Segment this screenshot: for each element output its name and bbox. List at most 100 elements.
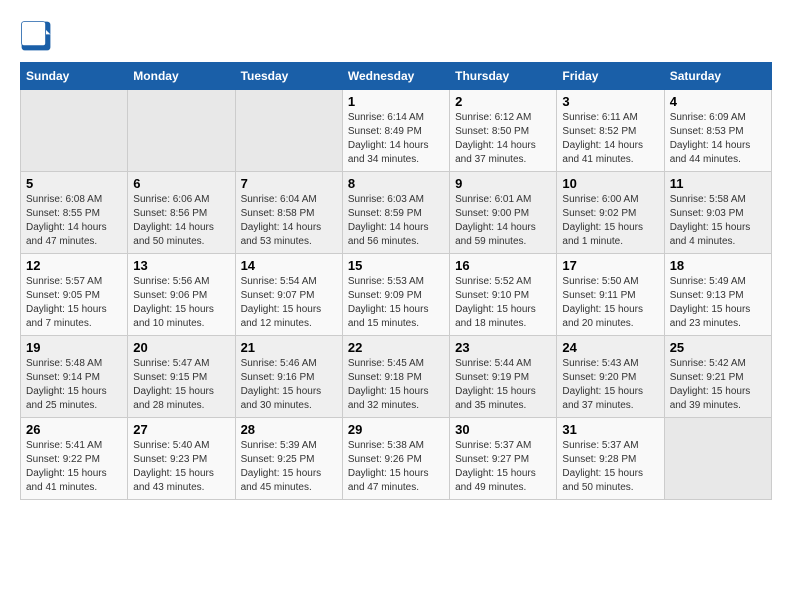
calendar-week-1: 1Sunrise: 6:14 AM Sunset: 8:49 PM Daylig… bbox=[21, 90, 772, 172]
calendar-cell: 13 Sunrise: 5:56 AM Sunset: 9:06 PM Dayli… bbox=[128, 254, 235, 336]
calendar-week-2: 5 Sunrise: 6:08 AM Sunset: 8:55 PM Daylig… bbox=[21, 172, 772, 254]
day-info: Sunrise: 5:49 AM Sunset: 9:13 PM Dayligh… bbox=[670, 275, 766, 331]
day-number: 25 bbox=[670, 340, 766, 355]
day-number: 28 bbox=[241, 422, 337, 437]
day-info: Sunrise: 5:57 AM Sunset: 9:05 PM Dayligh… bbox=[26, 275, 122, 331]
day-number: 21 bbox=[241, 340, 337, 355]
header-row: Sunday Monday Tuesday Wednesday Thursday… bbox=[21, 63, 772, 90]
day-number: 15 bbox=[348, 258, 444, 273]
calendar-cell: 1Sunrise: 6:14 AM Sunset: 8:49 PM Daylig… bbox=[342, 90, 449, 172]
calendar-cell: 17 Sunrise: 5:50 AM Sunset: 9:11 PM Dayli… bbox=[557, 254, 664, 336]
day-info: Sunrise: 6:01 AM Sunset: 9:00 PM Dayligh… bbox=[455, 193, 551, 249]
day-info: Sunrise: 6:03 AM Sunset: 8:59 PM Dayligh… bbox=[348, 193, 444, 249]
day-number: 7 bbox=[241, 176, 337, 191]
day-number: 17 bbox=[562, 258, 658, 273]
calendar-cell: 23 Sunrise: 5:44 AM Sunset: 9:19 PM Dayli… bbox=[450, 336, 557, 418]
day-number: 24 bbox=[562, 340, 658, 355]
day-info: Sunrise: 5:44 AM Sunset: 9:19 PM Dayligh… bbox=[455, 357, 551, 413]
day-number: 27 bbox=[133, 422, 229, 437]
header-sunday: Sunday bbox=[21, 63, 128, 90]
calendar-cell bbox=[664, 418, 771, 500]
day-number: 22 bbox=[348, 340, 444, 355]
day-number: 4 bbox=[670, 94, 766, 109]
calendar-cell: 4Sunrise: 6:09 AM Sunset: 8:53 PM Daylig… bbox=[664, 90, 771, 172]
calendar-cell: 18 Sunrise: 5:49 AM Sunset: 9:13 PM Dayli… bbox=[664, 254, 771, 336]
day-info: Sunrise: 5:54 AM Sunset: 9:07 PM Dayligh… bbox=[241, 275, 337, 331]
day-number: 6 bbox=[133, 176, 229, 191]
day-info: Sunrise: 5:52 AM Sunset: 9:10 PM Dayligh… bbox=[455, 275, 551, 331]
day-number: 13 bbox=[133, 258, 229, 273]
calendar-cell: 30 Sunrise: 5:37 AM Sunset: 9:27 PM Dayli… bbox=[450, 418, 557, 500]
calendar-cell: 8 Sunrise: 6:03 AM Sunset: 8:59 PM Daylig… bbox=[342, 172, 449, 254]
calendar-week-3: 12 Sunrise: 5:57 AM Sunset: 9:05 PM Dayli… bbox=[21, 254, 772, 336]
day-info: Sunrise: 5:38 AM Sunset: 9:26 PM Dayligh… bbox=[348, 439, 444, 495]
day-number: 30 bbox=[455, 422, 551, 437]
calendar-cell: 5 Sunrise: 6:08 AM Sunset: 8:55 PM Daylig… bbox=[21, 172, 128, 254]
header-thursday: Thursday bbox=[450, 63, 557, 90]
day-info: Sunrise: 6:06 AM Sunset: 8:56 PM Dayligh… bbox=[133, 193, 229, 249]
day-info: Sunrise: 5:47 AM Sunset: 9:15 PM Dayligh… bbox=[133, 357, 229, 413]
day-number: 19 bbox=[26, 340, 122, 355]
header-tuesday: Tuesday bbox=[235, 63, 342, 90]
calendar-week-4: 19Sunrise: 5:48 AM Sunset: 9:14 PM Dayli… bbox=[21, 336, 772, 418]
calendar-week-5: 26 Sunrise: 5:41 AM Sunset: 9:22 PM Dayli… bbox=[21, 418, 772, 500]
day-info: Sunrise: 6:12 AM Sunset: 8:50 PM Dayligh… bbox=[455, 111, 551, 167]
calendar-cell: 31Sunrise: 5:37 AM Sunset: 9:28 PM Dayli… bbox=[557, 418, 664, 500]
calendar-cell: 9 Sunrise: 6:01 AM Sunset: 9:00 PM Daylig… bbox=[450, 172, 557, 254]
day-info: Sunrise: 5:39 AM Sunset: 9:25 PM Dayligh… bbox=[241, 439, 337, 495]
calendar-cell: 19Sunrise: 5:48 AM Sunset: 9:14 PM Dayli… bbox=[21, 336, 128, 418]
calendar-cell: 16 Sunrise: 5:52 AM Sunset: 9:10 PM Dayli… bbox=[450, 254, 557, 336]
day-info: Sunrise: 5:41 AM Sunset: 9:22 PM Dayligh… bbox=[26, 439, 122, 495]
day-info: Sunrise: 6:14 AM Sunset: 8:49 PM Dayligh… bbox=[348, 111, 444, 167]
day-number: 2 bbox=[455, 94, 551, 109]
day-number: 12 bbox=[26, 258, 122, 273]
day-info: Sunrise: 5:42 AM Sunset: 9:21 PM Dayligh… bbox=[670, 357, 766, 413]
day-info: Sunrise: 5:37 AM Sunset: 9:27 PM Dayligh… bbox=[455, 439, 551, 495]
day-number: 5 bbox=[26, 176, 122, 191]
day-info: Sunrise: 6:11 AM Sunset: 8:52 PM Dayligh… bbox=[562, 111, 658, 167]
day-info: Sunrise: 6:04 AM Sunset: 8:58 PM Dayligh… bbox=[241, 193, 337, 249]
calendar-cell: 27 Sunrise: 5:40 AM Sunset: 9:23 PM Dayli… bbox=[128, 418, 235, 500]
day-info: Sunrise: 5:45 AM Sunset: 9:18 PM Dayligh… bbox=[348, 357, 444, 413]
day-info: Sunrise: 6:00 AM Sunset: 9:02 PM Dayligh… bbox=[562, 193, 658, 249]
day-info: Sunrise: 5:50 AM Sunset: 9:11 PM Dayligh… bbox=[562, 275, 658, 331]
calendar-cell: 3 Sunrise: 6:11 AM Sunset: 8:52 PM Daylig… bbox=[557, 90, 664, 172]
day-number: 9 bbox=[455, 176, 551, 191]
day-number: 3 bbox=[562, 94, 658, 109]
logo-icon bbox=[20, 20, 52, 52]
day-number: 16 bbox=[455, 258, 551, 273]
day-number: 8 bbox=[348, 176, 444, 191]
calendar-cell bbox=[21, 90, 128, 172]
day-info: Sunrise: 5:37 AM Sunset: 9:28 PM Dayligh… bbox=[562, 439, 658, 495]
page-header bbox=[20, 20, 772, 52]
calendar-cell: 24 Sunrise: 5:43 AM Sunset: 9:20 PM Dayli… bbox=[557, 336, 664, 418]
day-info: Sunrise: 5:46 AM Sunset: 9:16 PM Dayligh… bbox=[241, 357, 337, 413]
day-info: Sunrise: 5:53 AM Sunset: 9:09 PM Dayligh… bbox=[348, 275, 444, 331]
header-friday: Friday bbox=[557, 63, 664, 90]
calendar-cell: 26 Sunrise: 5:41 AM Sunset: 9:22 PM Dayli… bbox=[21, 418, 128, 500]
day-info: Sunrise: 6:08 AM Sunset: 8:55 PM Dayligh… bbox=[26, 193, 122, 249]
calendar-cell: 20 Sunrise: 5:47 AM Sunset: 9:15 PM Dayli… bbox=[128, 336, 235, 418]
day-info: Sunrise: 5:43 AM Sunset: 9:20 PM Dayligh… bbox=[562, 357, 658, 413]
calendar-cell: 25 Sunrise: 5:42 AM Sunset: 9:21 PM Dayli… bbox=[664, 336, 771, 418]
day-number: 23 bbox=[455, 340, 551, 355]
calendar-cell: 10 Sunrise: 6:00 AM Sunset: 9:02 PM Dayli… bbox=[557, 172, 664, 254]
day-number: 20 bbox=[133, 340, 229, 355]
day-number: 26 bbox=[26, 422, 122, 437]
calendar-body: 1Sunrise: 6:14 AM Sunset: 8:49 PM Daylig… bbox=[21, 90, 772, 500]
day-number: 10 bbox=[562, 176, 658, 191]
header-monday: Monday bbox=[128, 63, 235, 90]
calendar-cell: 29Sunrise: 5:38 AM Sunset: 9:26 PM Dayli… bbox=[342, 418, 449, 500]
day-info: Sunrise: 5:40 AM Sunset: 9:23 PM Dayligh… bbox=[133, 439, 229, 495]
calendar-cell: 7 Sunrise: 6:04 AM Sunset: 8:58 PM Daylig… bbox=[235, 172, 342, 254]
calendar-cell: 6 Sunrise: 6:06 AM Sunset: 8:56 PM Daylig… bbox=[128, 172, 235, 254]
day-number: 18 bbox=[670, 258, 766, 273]
calendar-cell: 11Sunrise: 5:58 AM Sunset: 9:03 PM Dayli… bbox=[664, 172, 771, 254]
calendar-cell: 14 Sunrise: 5:54 AM Sunset: 9:07 PM Dayli… bbox=[235, 254, 342, 336]
day-number: 14 bbox=[241, 258, 337, 273]
logo bbox=[20, 20, 56, 52]
day-info: Sunrise: 5:56 AM Sunset: 9:06 PM Dayligh… bbox=[133, 275, 229, 331]
header-saturday: Saturday bbox=[664, 63, 771, 90]
calendar-cell bbox=[235, 90, 342, 172]
calendar-cell: 15 Sunrise: 5:53 AM Sunset: 9:09 PM Dayli… bbox=[342, 254, 449, 336]
